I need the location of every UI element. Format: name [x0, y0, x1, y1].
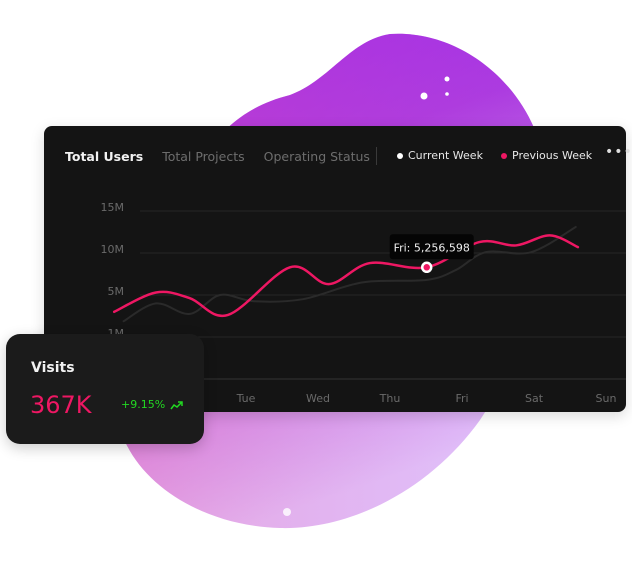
visits-value: 367K	[30, 391, 92, 419]
trending-up-icon	[170, 400, 183, 409]
y-tick-label: 10M	[101, 243, 125, 256]
highlight-point	[420, 261, 433, 274]
y-tick-label: 5M	[108, 285, 125, 298]
visits-title: Visits	[31, 360, 75, 376]
x-tick-label: Sat	[525, 392, 544, 405]
tooltip-text: Fri: 5,256,598	[394, 241, 470, 254]
decor-dot	[445, 92, 449, 96]
visits-change: +9.15%	[121, 398, 183, 411]
x-tick-label: Tue	[236, 392, 256, 405]
x-tick-label: Sun	[596, 392, 617, 405]
decor-dot	[283, 508, 291, 516]
decor-dot	[420, 92, 428, 100]
x-tick-label: Fri	[455, 392, 468, 405]
visits-change-value: +9.15%	[121, 398, 166, 411]
x-tick-label: Wed	[306, 392, 330, 405]
decor-dot	[444, 76, 450, 82]
visits-card: Visits 367K +9.15%	[6, 334, 204, 444]
y-tick-label: 15M	[101, 201, 125, 214]
series-line-previous-week	[112, 234, 580, 318]
x-tick-label: Thu	[379, 392, 401, 405]
